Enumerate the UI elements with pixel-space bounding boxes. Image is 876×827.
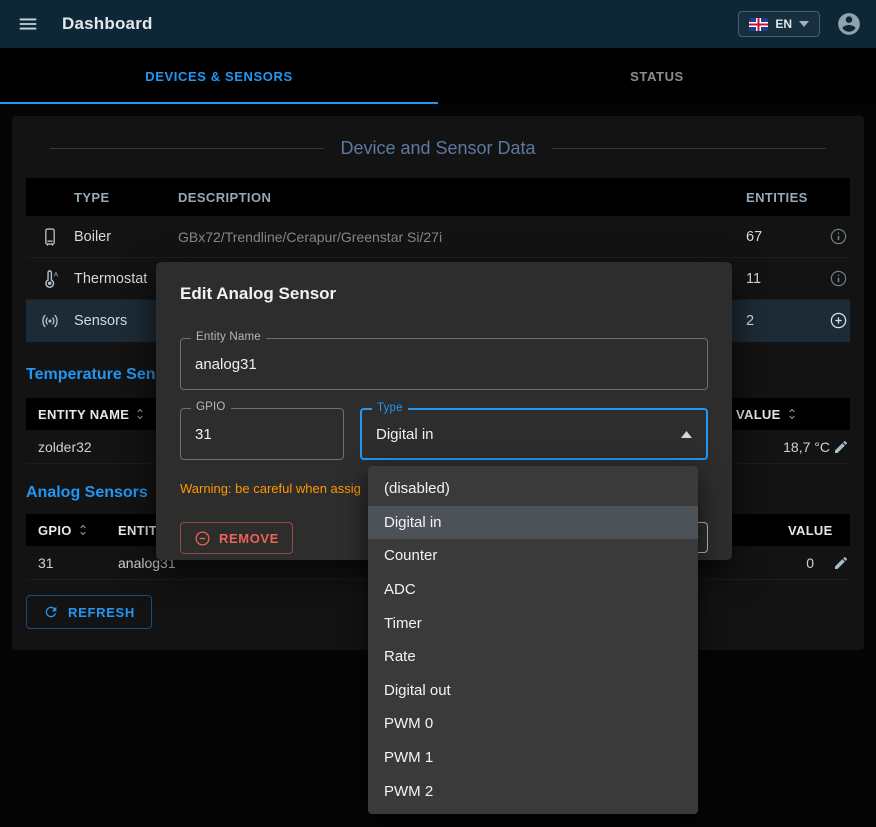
sensor-gpio: 31	[26, 555, 118, 571]
menu-item-rate[interactable]: Rate	[368, 640, 698, 674]
device-description: GBx72/Trendline/Cerapur/Greenstar Si/27i	[178, 229, 694, 245]
menu-item-digital-out[interactable]: Digital out	[368, 674, 698, 708]
gpio-field[interactable]: GPIO 31	[180, 408, 344, 460]
menu-item-timer[interactable]: Timer	[368, 606, 698, 640]
menu-item-pwm-2[interactable]: PWM 2	[368, 774, 698, 808]
boiler-icon	[40, 226, 60, 248]
gb-flag-icon	[749, 18, 768, 31]
language-selector[interactable]: EN	[738, 11, 820, 37]
menu-item-pwm-1[interactable]: PWM 1	[368, 741, 698, 775]
remove-label: REMOVE	[219, 531, 279, 546]
add-circle-icon[interactable]	[829, 311, 848, 330]
gpio-label: GPIO	[191, 401, 231, 413]
dialog-title: Edit Analog Sensor	[180, 262, 708, 305]
page-title-block: Device and Sensor Data	[50, 136, 826, 160]
unfold-sort-icon	[785, 407, 799, 421]
tab-status[interactable]: STATUS	[438, 48, 876, 104]
menu-item-adc[interactable]: ADC	[368, 573, 698, 607]
tab-devices-sensors[interactable]: DEVICES & SENSORS	[0, 48, 438, 104]
dropdown-arrow-up-icon	[681, 431, 692, 438]
menu-item-disabled[interactable]: (disabled)	[368, 472, 698, 506]
edit-pencil-icon[interactable]	[833, 439, 849, 455]
menu-item-pwm-0[interactable]: PWM 0	[368, 707, 698, 741]
entity-name-label: Entity Name	[191, 331, 266, 343]
col-header-entities: ENTITIES	[694, 190, 806, 205]
unfold-sort-icon	[133, 407, 147, 421]
info-icon[interactable]	[829, 269, 848, 288]
app-title: Dashboard	[62, 14, 153, 34]
devices-table-header: TYPE DESCRIPTION ENTITIES	[26, 178, 850, 216]
language-label: EN	[775, 17, 792, 31]
menu-item-counter[interactable]: Counter	[368, 539, 698, 573]
col-header-type: TYPE	[74, 190, 178, 205]
tab-bar: DEVICES & SENSORS STATUS	[0, 48, 876, 104]
type-select[interactable]: Type Digital in	[360, 408, 708, 460]
svg-text:A: A	[53, 271, 58, 278]
divider	[552, 148, 826, 149]
gpio-value: 31	[195, 426, 212, 443]
unfold-sort-icon	[76, 523, 90, 537]
active-tab-indicator	[0, 102, 438, 104]
device-entities-count: 67	[694, 229, 806, 245]
edit-pencil-icon[interactable]	[833, 555, 849, 571]
type-label: Type	[372, 402, 408, 414]
account-circle-icon[interactable]	[836, 11, 862, 37]
entity-name-field[interactable]: Entity Name analog31	[180, 338, 708, 390]
refresh-icon	[43, 604, 59, 620]
thermostat-icon: A	[40, 268, 61, 290]
remove-circle-icon	[194, 530, 211, 547]
refresh-button[interactable]: REFRESH	[26, 595, 152, 629]
col-header-description: DESCRIPTION	[178, 190, 694, 205]
type-value: Digital in	[376, 426, 434, 443]
entity-name-value: analog31	[195, 356, 257, 373]
divider	[50, 148, 324, 149]
hamburger-menu-icon[interactable]	[14, 10, 42, 38]
info-icon[interactable]	[829, 227, 848, 246]
chevron-down-icon	[799, 21, 809, 27]
app-bar: Dashboard EN	[0, 0, 876, 48]
sensors-icon	[39, 310, 61, 332]
table-row-boiler[interactable]: Boiler GBx72/Trendline/Cerapur/Greenstar…	[26, 216, 850, 258]
page-title: Device and Sensor Data	[340, 138, 535, 159]
remove-button[interactable]: REMOVE	[180, 522, 293, 554]
refresh-label: REFRESH	[68, 605, 135, 620]
type-dropdown-menu: (disabled) Digital in Counter ADC Timer …	[368, 466, 698, 814]
device-type: Boiler	[74, 229, 178, 245]
menu-item-digital-in[interactable]: Digital in	[368, 506, 698, 540]
col-header-gpio[interactable]: GPIO	[26, 523, 118, 538]
